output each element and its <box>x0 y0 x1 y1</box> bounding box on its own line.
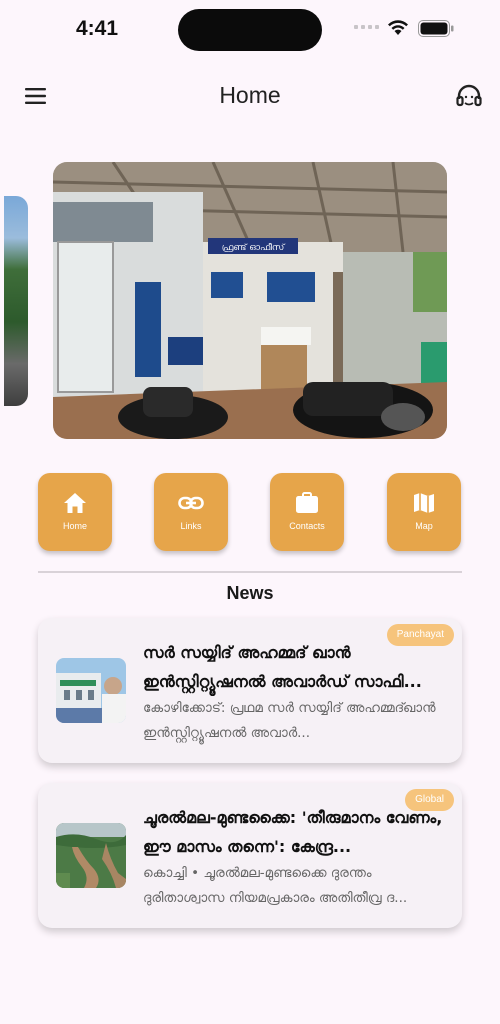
news-description: കോഴിക്കോട്: പ്രഥമ സർ സയ്യിദ് അഹമ്മദ്ഖാൻ … <box>143 700 436 741</box>
news-card[interactable]: Global ചൂരൽമല-മുണ്ടക്കൈ: 'തീരുമാനം വേണം,… <box>38 783 462 928</box>
status-time: 4:41 <box>76 17 119 40</box>
quick-action-label: Map <box>415 521 433 531</box>
news-title: ചൂരൽമല-മുണ്ടക്കൈ: 'തീരുമാനം വേണം, ഈ മാസം… <box>143 808 443 856</box>
news-card[interactable]: Panchayat സർ സയ്യിദ് അഹമ്മദ് ഖാൻ ഇൻസ്റ്റ… <box>38 618 462 763</box>
page-title: Home <box>219 82 281 108</box>
app-bar: Home <box>0 60 500 132</box>
home-icon <box>64 493 86 513</box>
link-icon <box>178 496 204 510</box>
news-thumbnail <box>56 823 126 888</box>
quick-action-home[interactable]: Home <box>38 473 112 551</box>
briefcase-icon <box>296 492 318 513</box>
quick-actions: Home Links Contacts Map <box>0 473 500 553</box>
quick-action-map[interactable]: Map <box>387 473 461 551</box>
news-heading: News <box>226 583 274 603</box>
carousel-main-image[interactable]: ഫ്രണ്ട് ഓഫീസ് <box>53 162 447 439</box>
headset-icon[interactable] <box>454 82 484 112</box>
quick-action-links[interactable]: Links <box>154 473 228 551</box>
news-description: കൊച്ചി • ചൂരൽമല-മുണ്ടക്കൈ ദുരന്തം ദുരിതാ… <box>143 865 408 906</box>
divider <box>38 571 462 573</box>
image-carousel[interactable]: ഫ്രണ്ട് ഓഫീസ് <box>0 160 500 440</box>
quick-action-contacts[interactable]: Contacts <box>270 473 344 551</box>
quick-action-label: Links <box>180 521 202 531</box>
dynamic-island <box>178 9 322 51</box>
office-photo: ഫ്രണ്ട് ഓഫീസ് <box>53 162 447 439</box>
quick-action-label: Contacts <box>289 521 325 531</box>
battery-icon <box>418 20 454 37</box>
quick-action-label: Home <box>62 521 87 531</box>
wifi-icon <box>388 20 408 35</box>
carousel-prev-image[interactable] <box>4 196 28 406</box>
signal-icon <box>354 25 379 29</box>
office-sign-text: ഫ്രണ്ട് ഓഫീസ് <box>222 242 286 253</box>
map-icon <box>414 493 434 513</box>
news-thumbnail <box>56 658 126 723</box>
status-bar: 4:41 <box>0 0 500 60</box>
news-title: സർ സയ്യിദ് അഹമ്മദ് ഖാൻ ഇൻസ്റ്റിറ്റ്യൂഷനൽ… <box>143 643 422 691</box>
